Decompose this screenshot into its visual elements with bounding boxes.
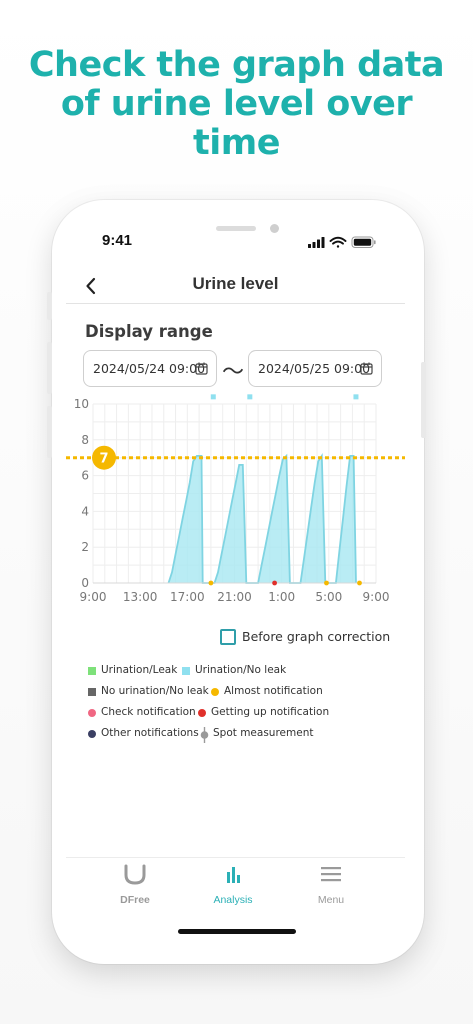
- end-date-input[interactable]: 2024/05/25 09:00: [248, 350, 382, 387]
- legend-label: Almost notification: [224, 685, 323, 697]
- app-screen: 9:41 Urine level Display range 2024/05/2…: [66, 214, 405, 948]
- y-tick-label: 6: [81, 469, 89, 483]
- legend-dot: [211, 688, 219, 696]
- legend-label: Check notification: [101, 706, 196, 718]
- x-tick-label: 9:00: [363, 590, 390, 604]
- tab-label: DFree: [120, 894, 150, 906]
- threshold-badge-label: 7: [99, 452, 108, 467]
- before-correction-label: Before graph correction: [242, 629, 391, 644]
- legend-dot: [88, 730, 96, 738]
- speaker-grille: [216, 226, 256, 231]
- before-correction-checkbox[interactable]: [220, 629, 236, 645]
- spot-measurement-icon: [200, 727, 209, 743]
- urine-level-chart[interactable]: 710864209:00 13:00 17:00 21:00 1:00 5:00 9:00: [66, 392, 405, 624]
- tab-label: Menu: [317, 894, 345, 906]
- event-marker-almost-notification: [208, 580, 214, 586]
- range-separator: 〜: [222, 359, 245, 384]
- hamburger-menu-icon: [321, 867, 341, 882]
- x-tick-label: 5:00: [315, 590, 342, 604]
- y-tick-label: 0: [81, 576, 89, 590]
- y-tick-label: 4: [81, 504, 89, 518]
- status-time: 9:41: [102, 232, 133, 249]
- start-date-input[interactable]: 2024/05/24 09:00: [83, 350, 217, 387]
- legend-label: No urination/No leak: [101, 685, 209, 697]
- x-tick-label: 13:00: [123, 590, 158, 604]
- legend-label: Spot measurement: [213, 727, 314, 739]
- volume-up-button: [47, 342, 52, 394]
- event-marker-urination-no-leak: [210, 394, 216, 400]
- legend-label: Urination/No leak: [195, 664, 287, 676]
- headline-line-3: time: [193, 123, 280, 163]
- event-marker-urination-no-leak: [247, 394, 253, 400]
- x-tick-label: 21:00: [217, 590, 252, 604]
- legend-label: Urination/Leak: [101, 664, 178, 676]
- event-marker-almost-notification: [324, 580, 329, 586]
- home-indicator: [178, 929, 296, 934]
- legend-label: Getting up notification: [211, 706, 330, 718]
- tab-label: Analysis: [213, 894, 253, 906]
- tab-analysis[interactable]: Analysis: [193, 858, 273, 916]
- end-date-value: 2024/05/25 09:00: [258, 361, 371, 376]
- dfree-device-icon: [124, 864, 146, 885]
- y-tick-label: 2: [81, 540, 89, 554]
- calendar-icon: [195, 362, 208, 375]
- nav-bar: Urine level: [66, 269, 405, 304]
- headline-line-1: Check the graph data: [28, 45, 445, 85]
- x-tick-label: 9:00: [80, 590, 107, 604]
- event-marker-urination-no-leak: [353, 394, 359, 400]
- power-button: [421, 362, 426, 438]
- bar-chart-icon: [227, 867, 240, 883]
- tab-menu[interactable]: Menu: [291, 858, 371, 916]
- tab-bar: DFree Analysis Menu: [66, 857, 405, 915]
- x-tick-label: 17:00: [170, 590, 205, 604]
- wifi-icon: [329, 236, 347, 248]
- legend-dot: [88, 709, 96, 717]
- front-camera: [270, 224, 279, 233]
- calendar-icon: [360, 362, 373, 375]
- page-title: Urine level: [192, 274, 279, 293]
- tab-dfree[interactable]: DFree: [95, 858, 175, 916]
- event-marker-almost-notification: [357, 580, 362, 586]
- legend-swatch: [182, 667, 190, 675]
- event-marker-getting-up-notification: [272, 580, 277, 586]
- start-date-value: 2024/05/24 09:00: [93, 361, 206, 376]
- display-range-label: Display range: [85, 322, 213, 341]
- legend-dot: [198, 709, 206, 717]
- legend-swatch: [88, 688, 96, 696]
- battery-icon: [351, 236, 376, 248]
- y-tick-label: 8: [81, 433, 89, 447]
- y-tick-label: 10: [74, 397, 89, 411]
- mute-switch: [47, 292, 52, 320]
- legend-label: Other notifications: [101, 727, 199, 739]
- headline-line-2: of urine level over: [60, 84, 413, 124]
- volume-down-button: [47, 406, 52, 458]
- legend-swatch: [88, 667, 96, 675]
- status-icons: [308, 236, 376, 248]
- promo-headline: Check the graph data of urine level over…: [0, 46, 473, 163]
- x-tick-label: 1:00: [268, 590, 295, 604]
- cellular-signal-icon: [308, 237, 325, 248]
